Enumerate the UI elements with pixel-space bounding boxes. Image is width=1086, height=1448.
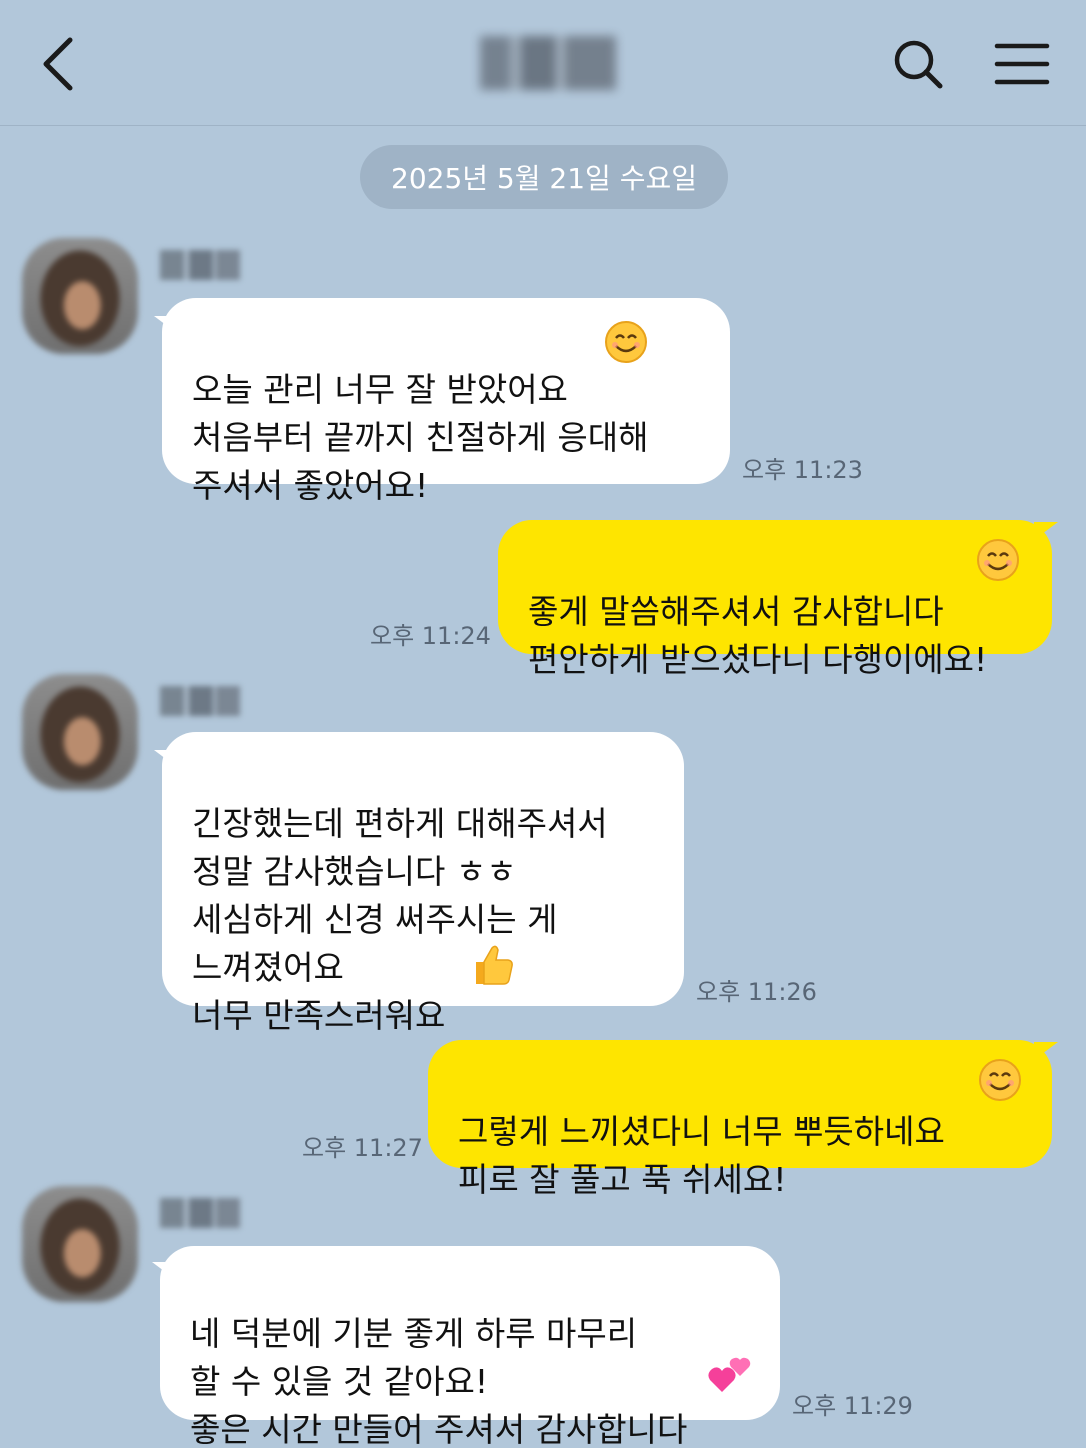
search-button[interactable] xyxy=(888,34,948,94)
message-bubble-incoming[interactable]: 네 덕분에 기분 좋게 하루 마무리 할 수 있을 것 같아요! 좋은 시간 만… xyxy=(160,1246,780,1448)
hamburger-menu-icon xyxy=(994,43,1050,85)
chat-title-blurred xyxy=(480,36,616,90)
back-button[interactable] xyxy=(30,28,86,100)
message-bubble-outgoing[interactable]: 그렇게 느끼셨다니 너무 뿌듯하네요 피로 잘 풀고 푹 쉬세요! xyxy=(428,1040,1052,1199)
menu-button[interactable] xyxy=(990,34,1054,94)
message-text: 좋게 말씀해주셔서 감사합니다 편안하게 받으셨다니 다행이에요! xyxy=(528,592,988,679)
sender-name-blurred xyxy=(160,250,240,280)
message-time: 오후 11:29 xyxy=(792,1392,913,1420)
message-time: 오후 11:23 xyxy=(742,456,863,484)
sender-avatar[interactable] xyxy=(22,674,138,790)
message-text: 긴장했는데 편하게 대해주셔서 정말 감사했습니다 ㅎㅎ 세심하게 신경 써주시… xyxy=(192,804,608,1035)
message-text: 그렇게 느끼셨다니 너무 뿌듯하네요 피로 잘 풀고 푹 쉬세요! xyxy=(458,1112,945,1199)
message-time: 오후 11:26 xyxy=(696,978,817,1006)
message-time: 오후 11:27 xyxy=(302,1134,423,1162)
sender-avatar[interactable] xyxy=(22,238,138,354)
smiling-face-icon xyxy=(605,321,647,363)
sender-name-blurred xyxy=(160,686,240,716)
sender-avatar[interactable] xyxy=(22,1186,138,1302)
chat-header xyxy=(0,0,1086,126)
message-bubble-incoming[interactable]: 긴장했는데 편하게 대해주셔서 정말 감사했습니다 ㅎㅎ 세심하게 신경 써주시… xyxy=(162,732,684,1035)
two-hearts-icon xyxy=(708,1357,751,1392)
sender-name-blurred xyxy=(160,1198,240,1228)
message-text: 네 덕분에 기분 좋게 하루 마무리 할 수 있을 것 같아요! 좋은 시간 만… xyxy=(190,1314,688,1448)
smiling-face-icon xyxy=(979,1059,1021,1101)
thumbs-up-icon xyxy=(476,945,513,985)
message-time: 오후 11:24 xyxy=(370,622,491,650)
search-icon xyxy=(894,40,943,89)
message-text: 오늘 관리 너무 잘 받았어요 처음부터 끝까지 친절하게 응대해 주셔서 좋았… xyxy=(192,370,649,505)
message-bubble-incoming[interactable]: 오늘 관리 너무 잘 받았어요 처음부터 끝까지 친절하게 응대해 주셔서 좋았… xyxy=(162,298,730,505)
chevron-left-icon xyxy=(43,37,73,91)
message-bubble-outgoing[interactable]: 좋게 말씀해주셔서 감사합니다 편안하게 받으셨다니 다행이에요! xyxy=(498,520,1052,679)
date-divider: 2025년 5월 21일 수요일 xyxy=(360,145,728,209)
smiling-face-icon xyxy=(977,539,1019,581)
